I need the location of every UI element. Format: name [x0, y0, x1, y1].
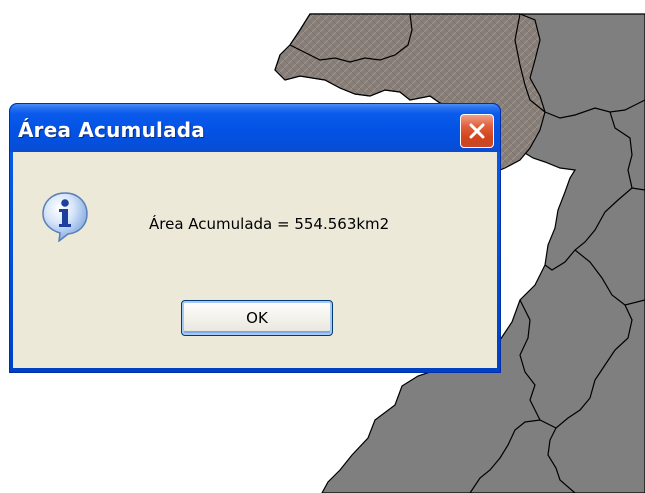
- dialog-message: Área Acumulada = 554.563km2: [149, 215, 390, 233]
- close-icon: [469, 123, 485, 139]
- dialog-body: Área Acumulada = 554.563km2 OK: [13, 152, 497, 368]
- dialog-title: Área Acumulada: [18, 118, 205, 142]
- dialog-titlebar[interactable]: Área Acumulada: [10, 104, 500, 152]
- close-button[interactable]: [460, 114, 494, 148]
- message-dialog: Área Acumulada Área Acumulada = 554.563k…: [9, 103, 501, 373]
- information-icon: [42, 192, 88, 242]
- ok-button[interactable]: OK: [181, 300, 333, 336]
